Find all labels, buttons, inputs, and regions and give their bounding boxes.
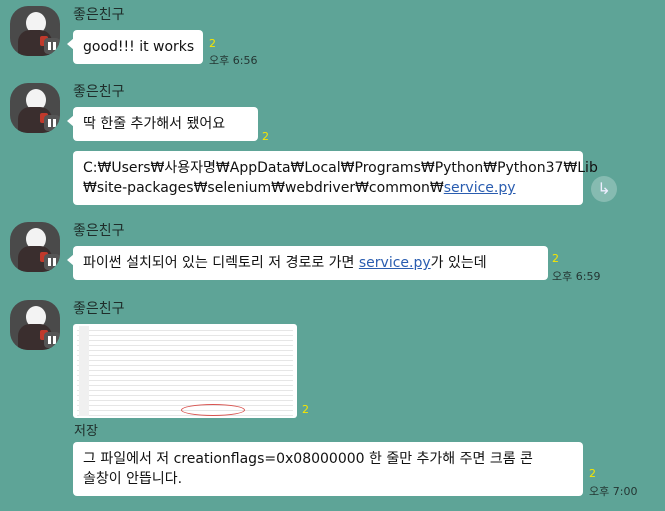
sender-name: 좋은친구 bbox=[73, 84, 125, 100]
message-bubble[interactable]: 파이썬 설치되어 있는 디렉토리 저 경로로 가면 service.py가 있는… bbox=[67, 246, 548, 280]
path-line-2: ₩site-packages₩selenium₩webdriver₩common… bbox=[83, 178, 573, 198]
message-bubble[interactable]: C:₩Users₩사용자명₩AppData₩Local₩Programs₩Pyt… bbox=[73, 151, 598, 205]
sender-name: 좋은친구 bbox=[73, 7, 125, 23]
profile-badge-icon bbox=[44, 38, 60, 54]
message-time: 오후 6:59 bbox=[552, 270, 601, 283]
service-py-link[interactable]: service.py bbox=[359, 255, 431, 271]
message-line-2: 솔창이 안뜹니다. bbox=[83, 471, 183, 487]
profile-badge-icon bbox=[44, 254, 60, 270]
message-bubble[interactable]: good!!! it works bbox=[67, 30, 203, 64]
sender-name: 좋은친구 bbox=[73, 223, 125, 239]
path-line-2-text: ₩site-packages₩selenium₩webdriver₩common… bbox=[83, 180, 444, 196]
unread-count: 2 bbox=[209, 37, 216, 50]
message-text: 파이썬 설치되어 있는 디렉토리 저 경로로 가면 bbox=[83, 255, 359, 271]
message-text: good!!! it works bbox=[83, 39, 195, 55]
unread-count: 2 bbox=[552, 252, 559, 265]
unread-count: 2 bbox=[589, 467, 596, 480]
message-bubble[interactable]: 그 파일에서 저 creationflags=0x08000000 한 줄만 추… bbox=[73, 442, 583, 496]
message-bubble[interactable]: 딱 한줄 추가해서 됐어요 bbox=[67, 107, 258, 141]
unread-count: 2 bbox=[302, 403, 309, 416]
unread-count: 2 bbox=[262, 130, 269, 143]
sender-name: 좋은친구 bbox=[73, 301, 125, 317]
profile-badge-icon bbox=[44, 332, 60, 348]
avatar[interactable] bbox=[10, 6, 60, 56]
message-time: 오후 6:56 bbox=[209, 54, 258, 67]
service-py-link[interactable]: service.py bbox=[444, 180, 516, 196]
avatar[interactable] bbox=[10, 83, 60, 133]
save-link[interactable]: 저장 bbox=[74, 420, 98, 439]
avatar[interactable] bbox=[10, 222, 60, 272]
message-text-suffix: 가 있는데 bbox=[430, 255, 487, 271]
path-line-1: C:₩Users₩사용자명₩AppData₩Local₩Programs₩Pyt… bbox=[83, 160, 598, 176]
share-icon[interactable]: ↳ bbox=[591, 176, 617, 202]
message-text: 딱 한줄 추가해서 됐어요 bbox=[83, 116, 226, 132]
profile-badge-icon bbox=[44, 115, 60, 131]
code-screenshot-image[interactable] bbox=[73, 324, 297, 418]
avatar[interactable] bbox=[10, 300, 60, 350]
message-time: 오후 7:00 bbox=[589, 485, 638, 498]
message-line-1: 그 파일에서 저 creationflags=0x08000000 한 줄만 추… bbox=[83, 451, 533, 467]
